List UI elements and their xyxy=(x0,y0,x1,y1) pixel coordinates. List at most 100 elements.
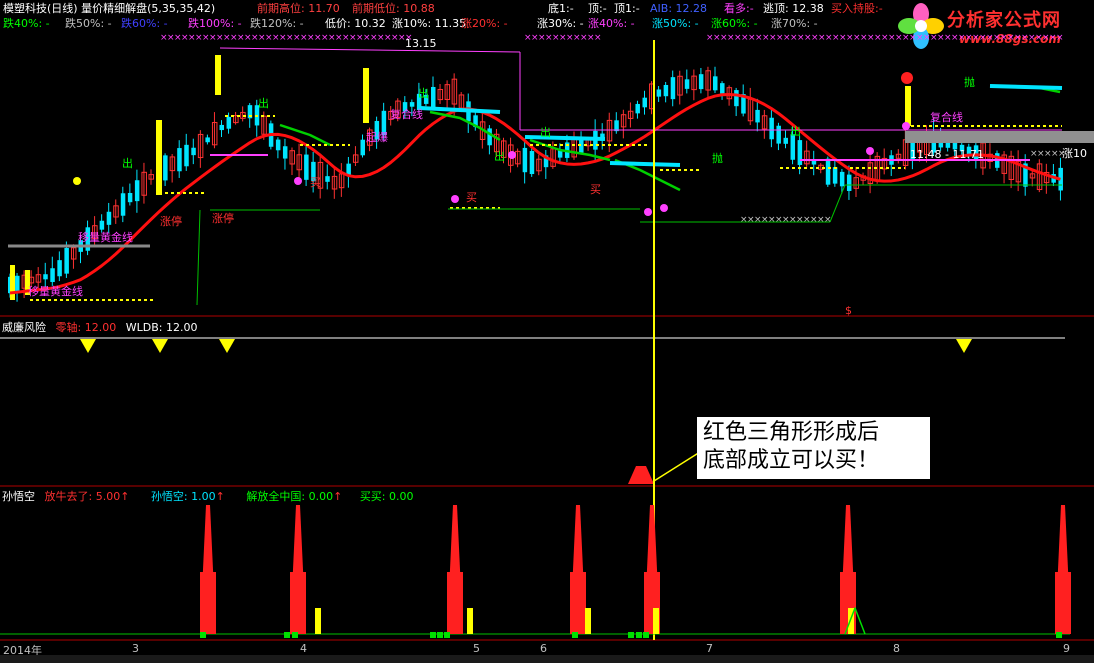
green-signal-block xyxy=(444,632,450,638)
candle-body xyxy=(663,84,669,97)
cyan-level-bar xyxy=(524,135,606,141)
limit-up-candle xyxy=(10,265,15,300)
marker-x: × xyxy=(824,215,832,225)
candle-body xyxy=(205,137,210,143)
axis-month: 5 xyxy=(473,642,480,655)
signal-label: 移量黄金线 xyxy=(78,230,133,244)
candle-body xyxy=(360,139,365,156)
candle-body xyxy=(522,147,528,173)
candle-body xyxy=(720,83,725,94)
candle-body xyxy=(127,192,133,203)
yellow-volume-bar xyxy=(467,608,473,634)
candle-body xyxy=(769,117,774,140)
range-label: 11.48 - 11.71 xyxy=(910,148,984,161)
candle-body xyxy=(184,144,189,167)
axis-month: 4 xyxy=(300,642,307,655)
cyan-level-bar xyxy=(989,84,1063,90)
green-signal-block xyxy=(636,632,642,638)
spike-bar xyxy=(1055,572,1071,634)
callout-line1: 红色三角形形成后 xyxy=(703,420,880,445)
yellow-volume-bar xyxy=(585,608,591,634)
candle-body xyxy=(776,125,781,144)
signal-label: 出 xyxy=(494,149,505,163)
candle-body xyxy=(177,148,182,172)
signal-dot xyxy=(866,147,874,155)
candle-body xyxy=(713,76,718,91)
signal-dot xyxy=(73,177,81,185)
callout-pointer xyxy=(653,451,701,482)
axis-month: 7 xyxy=(706,642,713,655)
bottom-tab-strip[interactable] xyxy=(0,655,1094,663)
red-bottom-triangle xyxy=(628,466,654,484)
green-ma-line xyxy=(529,138,611,162)
green-signal-block xyxy=(284,632,290,638)
candle-body xyxy=(275,139,281,151)
green-signal-block xyxy=(200,632,206,638)
signal-label: 起爆 xyxy=(366,130,388,144)
spike-bar xyxy=(447,572,463,634)
green-signal-block xyxy=(572,632,578,638)
signal-label: 复合线 xyxy=(390,107,423,121)
candle-body xyxy=(832,167,838,184)
callout-line2: 底部成立可以买！ xyxy=(703,448,880,473)
signal-dot xyxy=(451,195,459,203)
candle-body xyxy=(304,154,309,180)
s-marker: $ xyxy=(845,304,852,317)
signal-label: 买 xyxy=(310,176,321,189)
yellow-down-triangle xyxy=(219,339,235,353)
candle-body xyxy=(839,171,845,187)
chart-window[interactable]: 模塑科技(日线) 量价精细解盘(5,35,35,42) 前期高位: 11.70 … xyxy=(0,0,1094,663)
signal-label: 买 xyxy=(466,191,477,204)
green-signal-block xyxy=(437,632,443,638)
spike-bar xyxy=(290,572,306,634)
candle-body xyxy=(734,90,739,107)
axis-month: 6 xyxy=(540,642,547,655)
candle-body xyxy=(684,79,690,89)
candle-body xyxy=(282,146,288,159)
candle-body xyxy=(790,134,796,160)
candle-body xyxy=(409,102,415,107)
yellow-volume-bar xyxy=(315,608,321,634)
pane2-header: 威廉风险 零轴: 12.00 WLDB: 12.00 xyxy=(2,321,198,334)
signal-label: 涨停 xyxy=(212,211,234,225)
signal-dot xyxy=(660,204,668,212)
pane2-title: 威廉风险 xyxy=(2,321,46,334)
candle-body xyxy=(43,274,48,280)
signal-label: 移量黄金线 xyxy=(28,284,83,298)
candle-body xyxy=(134,180,140,202)
pane3-title: 孙悟空 xyxy=(2,490,35,503)
rise10-label: 涨10 xyxy=(1062,147,1087,160)
annotation-callout: 红色三角形形成后 底部成立可以买！ xyxy=(697,417,930,479)
signal-label: 出 xyxy=(258,96,269,110)
candle-body xyxy=(50,268,55,283)
signal-label: 抛 xyxy=(964,75,975,89)
signal-label: 抛 xyxy=(712,151,723,165)
yellow-down-triangle xyxy=(956,339,972,353)
limit-up-candle xyxy=(363,68,369,123)
signal-dot xyxy=(508,151,516,159)
axis-month: 8 xyxy=(893,642,900,655)
candle-body xyxy=(797,140,803,165)
limit-up-candle xyxy=(156,120,162,195)
candle-body xyxy=(825,158,831,185)
yellow-down-triangle xyxy=(80,339,96,353)
candle-body xyxy=(846,174,852,192)
candle-body xyxy=(635,103,640,114)
candle-body xyxy=(106,211,112,225)
signal-label: 出 xyxy=(790,124,801,138)
magenta-level xyxy=(219,47,521,53)
candle-body xyxy=(64,247,69,274)
candle-body xyxy=(57,260,62,277)
candle-body xyxy=(783,137,788,144)
candle-body xyxy=(698,74,704,90)
candle-body xyxy=(431,86,436,108)
candle-body xyxy=(99,220,105,230)
axis-month: 3 xyxy=(132,642,139,655)
spike-bar xyxy=(200,572,216,634)
candle-body xyxy=(191,147,196,156)
green-signal-block xyxy=(643,632,649,638)
candle-body xyxy=(120,193,126,216)
green-signal-block xyxy=(1056,632,1062,638)
green-support xyxy=(829,184,846,223)
gray-band xyxy=(905,131,1094,143)
